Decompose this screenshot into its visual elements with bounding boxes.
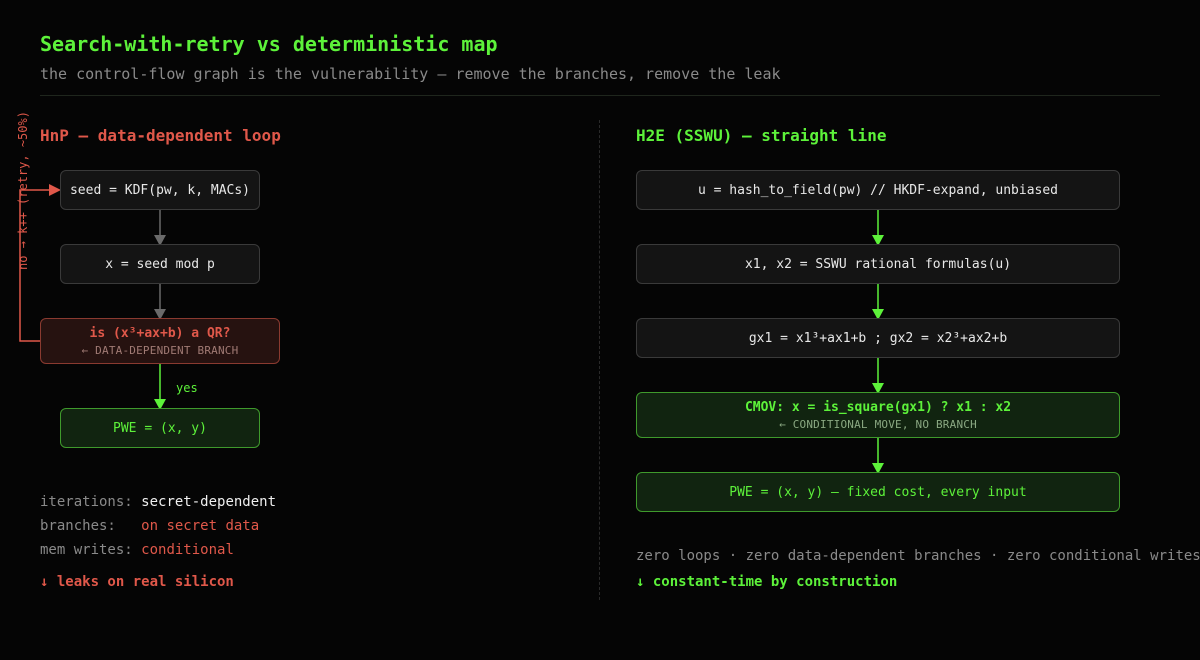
qr-decision-note: ← DATA-DEPENDENT BRANCH	[81, 343, 239, 357]
right-footer: ↓ constant-time by construction	[636, 574, 898, 590]
right-pwe-step: PWE = (x, y) — fixed cost, every input	[636, 472, 1120, 512]
qr-decision-label: is (x³+ax+b) a QR?	[89, 325, 231, 341]
seed-step-label: seed = KDF(pw, k, MACs)	[69, 182, 250, 198]
left-footer: ↓ leaks on real silicon	[40, 574, 234, 590]
seed-step: seed = KDF(pw, k, MACs)	[60, 170, 260, 210]
cmov-step-note: ← CONDITIONAL MOVE, NO BRANCH	[779, 417, 977, 431]
stat-mem-writes: mem writes: conditional	[40, 542, 234, 558]
mod-step-label: x = seed mod p	[105, 256, 215, 272]
left-heading: HnP — data-dependent loop	[40, 126, 281, 145]
stat-mem-writes-value: conditional	[141, 542, 234, 558]
retry-label: no → k++ (retry, ~50%)	[16, 111, 30, 270]
left-pwe-step: PWE = (x, y)	[60, 408, 260, 448]
sswu-step-label: x1, x2 = SSWU rational formulas(u)	[744, 256, 1012, 272]
right-heading: H2E (SSWU) — straight line	[636, 126, 887, 145]
mod-step: x = seed mod p	[60, 244, 260, 284]
gx-step: gx1 = x1³+ax1+b ; gx2 = x2³+ax2+b	[636, 318, 1120, 358]
stat-branches: branches: on secret data	[40, 518, 259, 534]
left-pwe-label: PWE = (x, y)	[113, 420, 207, 436]
gx-step-label: gx1 = x1³+ax1+b ; gx2 = x2³+ax2+b	[748, 330, 1008, 346]
hash-step: u = hash_to_field(pw) // HKDF-expand, un…	[636, 170, 1120, 210]
right-summary: zero loops · zero data-dependent branche…	[636, 548, 1200, 564]
right-pwe-label: PWE = (x, y) — fixed cost, every input	[729, 484, 1027, 500]
left-arrows	[19, 184, 166, 410]
stat-mem-writes-key: mem writes:	[40, 542, 142, 558]
stat-branches-value: on secret data	[141, 518, 260, 534]
stat-iterations-key: iterations:	[40, 494, 142, 510]
qr-decision-step: is (x³+ax+b) a QR? ← DATA-DEPENDENT BRAN…	[40, 318, 280, 364]
hash-step-label: u = hash_to_field(pw) // HKDF-expand, un…	[697, 182, 1059, 198]
yes-label: yes	[176, 381, 198, 395]
stat-branches-key: branches:	[40, 518, 142, 534]
stat-iterations: iterations: secret-dependent	[40, 494, 276, 510]
cmov-step: CMOV: x = is_square(gx1) ? x1 : x2 ← CON…	[636, 392, 1120, 438]
cmov-step-label: CMOV: x = is_square(gx1) ? x1 : x2	[744, 399, 1012, 415]
stat-iterations-value: secret-dependent	[141, 494, 277, 510]
sswu-step: x1, x2 = SSWU rational formulas(u)	[636, 244, 1120, 284]
